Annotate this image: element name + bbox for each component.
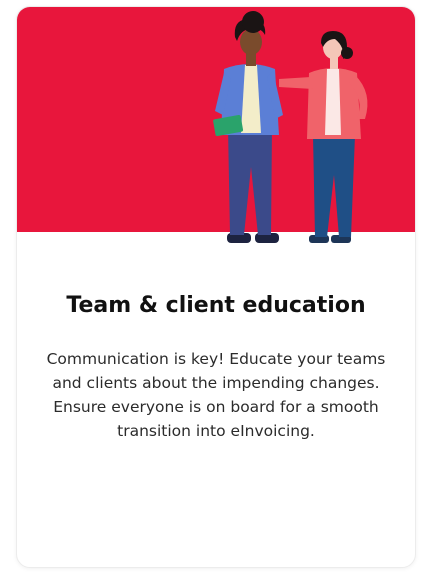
card-title: Team & client education [66,293,366,318]
two-people-talking-illustration-icon [213,11,368,243]
info-card: Team & client education Communication is… [16,6,416,568]
card-description: Communication is key! Educate your teams… [46,350,386,440]
